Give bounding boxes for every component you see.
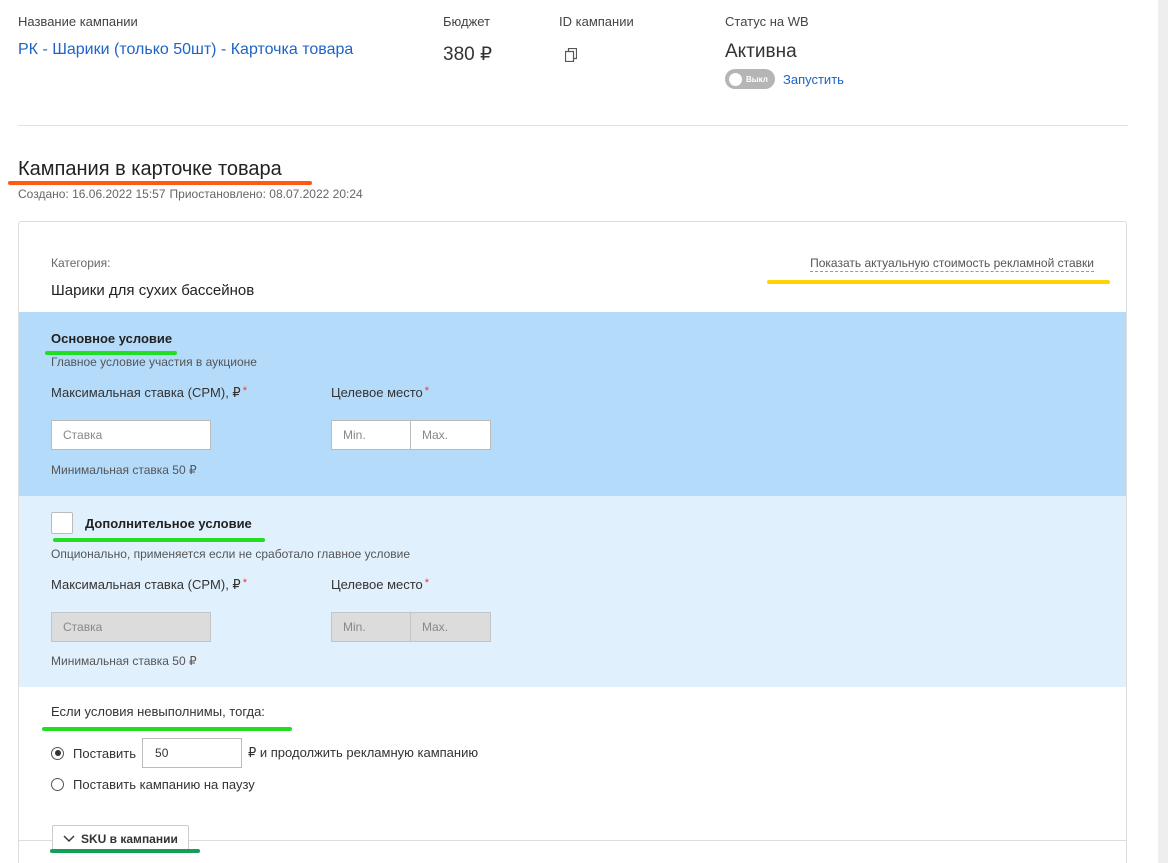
extra-bid-input[interactable]: Ставка — [51, 612, 211, 642]
campaign-dates: Создано: 16.06.2022 15:57 Приостановлено:… — [18, 187, 363, 201]
campaign-id-value — [559, 47, 634, 63]
fallback-option-pause[interactable]: Поставить кампанию на паузу — [51, 777, 255, 792]
extra-condition-subtitle: Опционально, применяется если не сработа… — [51, 547, 411, 561]
category-label: Категория: — [51, 256, 111, 270]
main-condition-section: Основное условие Главное условие участия… — [19, 312, 1126, 496]
annotation-underline-green — [42, 727, 292, 731]
campaign-header: Название кампании РК - Шарики (только 50… — [18, 0, 1128, 126]
campaign-id-column: ID кампании — [559, 14, 634, 63]
status-toggle[interactable]: Выкл — [725, 69, 775, 89]
campaign-name-column: Название кампании РК - Шарики (только 50… — [18, 14, 353, 59]
main-min-place-input[interactable]: Min. — [331, 420, 411, 450]
copy-icon[interactable] — [565, 48, 577, 62]
extra-min-place-input[interactable]: Min. — [331, 612, 411, 642]
option-pause-label: Поставить кампанию на паузу — [73, 777, 255, 792]
status-value: Активна — [725, 41, 797, 62]
main-condition-subtitle: Главное условие участия в аукционе — [51, 355, 257, 369]
option-set-bid-suffix: ₽ и продолжить рекламную кампанию — [248, 745, 479, 760]
required-mark: * — [242, 577, 247, 589]
extra-target-place-label: Целевое место * — [331, 577, 429, 592]
chevron-down-icon — [63, 835, 75, 842]
toggle-label: Выкл — [746, 74, 768, 84]
main-target-place-label-text: Целевое место — [331, 385, 423, 400]
show-bid-price-link[interactable]: Показать актуальную стоимость рекламной … — [810, 256, 1094, 272]
fallback-bid-input[interactable]: 50 — [142, 738, 243, 768]
main-target-place-label: Целевое место * — [331, 385, 429, 400]
annotation-underline-yellow — [767, 280, 1110, 284]
extra-target-place-label-text: Целевое место — [331, 577, 423, 592]
radio-pause[interactable] — [51, 778, 64, 791]
fallback-option-set-bid[interactable]: Поставить 50 ₽ и продолжить рекламную ка… — [51, 738, 478, 768]
annotation-underline-green — [53, 538, 265, 542]
paused-date: Приостановлено: 08.07.2022 20:24 — [169, 187, 363, 201]
campaign-name-link[interactable]: РК - Шарики (только 50шт) - Карточка тов… — [18, 41, 353, 59]
created-date: Создано: 16.06.2022 15:57 — [18, 187, 166, 201]
category-block: Категория: Шарики для сухих бассейнов — [51, 256, 254, 299]
sku-button-label: SKU в кампании — [81, 832, 178, 846]
annotation-underline-dark-green — [50, 849, 200, 853]
extra-max-bid-label: Максимальная ставка (CPM), ₽ * — [51, 577, 247, 593]
budget-value: 380 ₽ — [443, 44, 493, 65]
status-column: Статус на WB Активна Выкл Запустить — [725, 14, 844, 89]
extra-max-bid-label-text: Максимальная ставка (CPM), ₽ — [51, 577, 241, 592]
annotation-underline-orange — [8, 181, 312, 185]
extra-condition-checkbox[interactable] — [51, 512, 73, 534]
launch-link[interactable]: Запустить — [783, 72, 844, 87]
scrollbar[interactable] — [1158, 0, 1168, 863]
campaign-id-label: ID кампании — [559, 14, 634, 29]
fallback-options: Если условия невыполнимы, тогда: Постави… — [51, 704, 751, 792]
campaign-name-label: Название кампании — [18, 14, 138, 29]
main-max-bid-label-text: Максимальная ставка (CPM), ₽ — [51, 385, 241, 400]
main-min-bid-note: Минимальная ставка 50 ₽ — [51, 463, 197, 477]
extra-max-place-input[interactable]: Max. — [410, 612, 491, 642]
required-mark: * — [424, 385, 430, 397]
main-condition-title: Основное условие — [51, 331, 173, 346]
required-mark: * — [424, 577, 430, 589]
status-controls: Выкл Запустить — [725, 69, 844, 89]
status-label: Статус на WB — [725, 14, 809, 29]
extra-condition-title: Дополнительное условие — [85, 516, 252, 531]
annotation-underline-green — [45, 351, 177, 355]
option-set-bid-prefix: Поставить — [73, 745, 137, 761]
category-value: Шарики для сухих бассейнов — [51, 282, 255, 299]
main-bid-input[interactable]: Ставка — [51, 420, 211, 450]
page-title: Кампания в карточке товара — [18, 158, 282, 180]
campaign-settings-card: Категория: Шарики для сухих бассейнов По… — [18, 221, 1127, 863]
required-mark: * — [242, 385, 247, 397]
extra-min-bid-note: Минимальная ставка 50 ₽ — [51, 654, 197, 668]
extra-condition-section: Дополнительное условие Опционально, прим… — [19, 496, 1126, 687]
radio-set-bid[interactable] — [51, 746, 64, 760]
main-max-place-input[interactable]: Max. — [410, 420, 491, 450]
budget-column: Бюджет 380 ₽ — [443, 14, 492, 66]
main-max-bid-label: Максимальная ставка (CPM), ₽ * — [51, 385, 247, 401]
toggle-knob — [729, 72, 742, 86]
budget-label: Бюджет — [443, 14, 491, 29]
fallback-title: Если условия невыполнимы, тогда: — [51, 704, 265, 719]
